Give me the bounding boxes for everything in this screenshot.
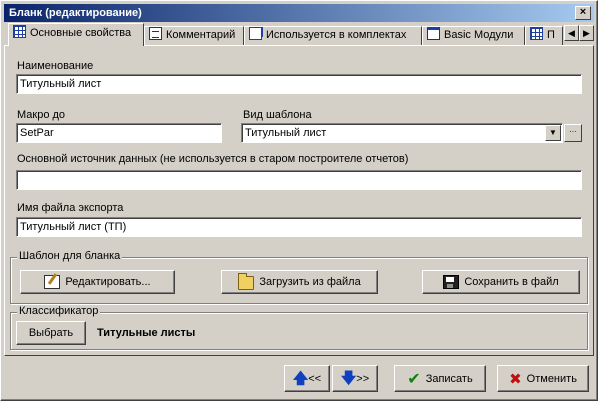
classifier-group: Классификатор Выбрать Титульные листы: [10, 305, 588, 350]
export-filename-label: Имя файла экспорта: [17, 202, 124, 214]
classifier-value: Титульные листы: [97, 327, 196, 339]
tab-comment[interactable]: Комментарий: [144, 26, 244, 45]
previous-button[interactable]: 🡅 <<: [284, 365, 330, 392]
name-field[interactable]: Титульный лист: [16, 74, 582, 94]
set-icon: [249, 27, 262, 40]
datasource-label: Основной источник данных (не используетс…: [17, 153, 409, 165]
save-button[interactable]: ✔ Записать: [394, 365, 486, 392]
template-group: Шаблон для бланка Редактировать... Загру…: [10, 250, 588, 304]
button-label: Записать: [425, 372, 473, 385]
tab-label: Basic Модули: [444, 29, 514, 41]
checkmark-icon: ✔: [407, 370, 421, 388]
grid-icon: [13, 25, 26, 38]
template-group-title: Шаблон для бланка: [17, 250, 123, 262]
button-label: Сохранить в файл: [464, 276, 559, 288]
button-label: Редактировать...: [65, 276, 151, 288]
tab-label: Используется в комплектах: [266, 29, 407, 41]
cancel-button[interactable]: ✖ Отменить: [497, 365, 589, 392]
tab-label: Основные свойства: [30, 27, 132, 39]
template-type-select[interactable]: Титульный лист: [241, 123, 563, 143]
floppy-disk-icon: [443, 275, 460, 289]
button-label: >>: [356, 372, 370, 385]
tab-main-properties[interactable]: Основные свойства: [8, 23, 144, 46]
macro-label: Макро до: [17, 109, 66, 121]
tab-scroll-left-icon[interactable]: ◀: [564, 25, 579, 41]
close-icon[interactable]: ×: [575, 6, 591, 20]
tab-basic-modules[interactable]: Basic Модули: [422, 26, 525, 45]
macro-field[interactable]: SetPar: [16, 123, 222, 143]
table-icon: [530, 27, 543, 40]
next-button[interactable]: 🡇 >>: [332, 365, 378, 392]
datasource-field[interactable]: [16, 170, 582, 190]
template-type-label: Вид шаблона: [243, 109, 312, 121]
title-bar: Бланк (редактирование) ×: [4, 4, 594, 22]
window-title: Бланк (редактирование): [9, 7, 142, 19]
tab-more[interactable]: П: [525, 26, 563, 45]
tab-strip: Основные свойства Комментарий Использует…: [4, 23, 594, 46]
edit-template-button[interactable]: Редактировать...: [20, 270, 175, 294]
export-filename-field[interactable]: Титульный лист (ТП): [16, 217, 582, 237]
arrow-down-icon: 🡇: [340, 369, 357, 387]
tab-label: П: [547, 29, 555, 41]
more-options-button[interactable]: ···: [564, 124, 582, 142]
choose-classifier-button[interactable]: Выбрать: [16, 321, 86, 345]
name-label: Наименование: [17, 60, 94, 72]
chevron-down-icon[interactable]: ▼: [545, 125, 561, 141]
dialog-window: Бланк (редактирование) × Основные свойст…: [0, 0, 598, 401]
tab-scroll: ◀ ▶: [564, 25, 594, 42]
tab-panel: Наименование Титульный лист Макро до Set…: [4, 45, 594, 356]
edit-icon: [44, 275, 61, 289]
button-label: Отменить: [526, 372, 577, 385]
folder-icon: [238, 273, 255, 290]
button-label: <<: [308, 372, 322, 385]
document-icon: [149, 27, 162, 40]
module-icon: [427, 27, 440, 40]
tab-used-in-sets[interactable]: Используется в комплектах: [244, 26, 422, 45]
arrow-up-icon: 🡅: [292, 369, 309, 387]
tab-scroll-right-icon[interactable]: ▶: [579, 25, 594, 41]
close-icon: ✖: [509, 370, 522, 388]
button-label: Загрузить из файла: [259, 276, 361, 288]
load-from-file-button[interactable]: Загрузить из файла: [221, 270, 378, 294]
save-to-file-button[interactable]: Сохранить в файл: [422, 270, 580, 294]
classifier-group-title: Классификатор: [17, 305, 101, 317]
tab-label: Комментарий: [166, 29, 236, 41]
